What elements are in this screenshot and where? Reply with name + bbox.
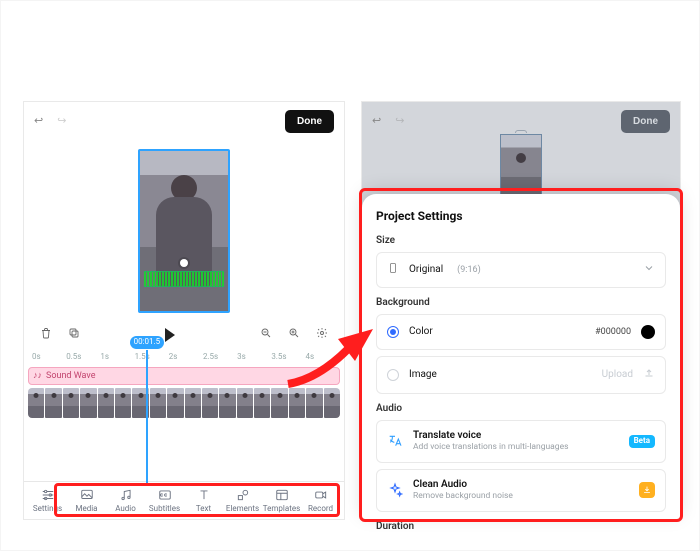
audio-label: Audio [376,402,666,416]
shapes-icon [236,488,250,502]
history-nav: ↩ ↪ [34,114,66,129]
audio-wave-overlay [144,271,224,287]
beta-badge: Beta [629,435,655,448]
translate-sub: Add voice translations in multi-language… [413,442,568,453]
size-select[interactable]: Original (9:16) [376,252,666,289]
size-hint: (9:16) [457,264,481,276]
background-color-option[interactable]: Color #000000 [376,314,666,350]
tool-tabbar: Settings Media Audio Subtitles Text Elem… [24,481,344,519]
tab-audio[interactable]: Audio [106,488,145,515]
video-track[interactable] [28,388,340,418]
editor-topbar: ↩ ↪ Done [24,102,344,141]
tab-settings[interactable]: Settings [28,488,67,515]
record-icon [314,488,328,502]
zoom-out-icon[interactable] [260,327,272,344]
trash-icon[interactable] [40,327,52,344]
sheet-title: Project Settings [376,208,666,224]
sliders-icon [41,488,55,502]
download-icon[interactable] [639,482,655,498]
tab-media[interactable]: Media [67,488,106,515]
redo-icon: ↪ [395,114,404,129]
duration-label: Duration [376,520,666,534]
playhead[interactable] [146,350,148,483]
tab-subtitles[interactable]: Subtitles [145,488,184,515]
size-label: Size [376,234,666,248]
size-value: Original [409,263,443,277]
upload-icon[interactable] [643,367,655,384]
tab-text[interactable]: Text [184,488,223,515]
clean-audio-option[interactable]: Clean Audio Remove background noise [376,469,666,512]
clean-sub: Remove background noise [413,491,513,502]
selected-clip[interactable] [138,149,230,313]
bg-color-value: #000000 [595,326,631,338]
project-settings-sheet: Project Settings Size Original (9:16) Ba… [362,194,680,519]
cc-icon [158,488,172,502]
tab-elements[interactable]: Elements [223,488,262,515]
tab-templates[interactable]: Templates [262,488,301,515]
ruler-tick: 3.5s [271,352,301,363]
settings-pane: ↩ ↪ Done Project Settings Size Original (… [361,101,681,520]
radio-on-icon[interactable] [387,326,399,338]
ruler-tick: 1.5s [135,352,165,363]
undo-icon[interactable]: ↩ [34,114,43,129]
done-button[interactable]: Done [285,110,334,133]
clip-handle-icon[interactable] [180,259,188,267]
clean-title: Clean Audio [413,478,513,492]
editor-pane: ↩ ↪ Done [23,101,345,520]
ruler-tick: 0s [32,352,62,363]
audio-icon [119,488,133,502]
ruler-tick: 0.5s [66,352,96,363]
undo-icon: ↩ [372,114,381,129]
sparkle-icon [387,482,403,498]
music-note-icon: ♪♪ [33,370,42,382]
background-image-option[interactable]: Image Upload [376,356,666,395]
gear-icon[interactable] [316,327,328,344]
background-label: Background [376,296,666,310]
text-icon [197,488,211,502]
play-icon[interactable] [165,328,175,342]
ruler-tick: 1s [100,352,130,363]
canvas-controls [24,321,344,350]
timeline-ruler[interactable]: 0s 0.5s 1s 1.5s 2s 2.5s 3s 3.5s 4s [24,352,344,363]
radio-off-icon[interactable] [387,369,399,381]
bg-image-label: Image [409,368,437,382]
translate-title: Translate voice [413,429,568,443]
color-swatch-icon[interactable] [641,325,655,339]
redo-icon[interactable]: ↪ [57,114,66,129]
copy-icon[interactable] [68,327,80,344]
audio-track-label: Sound Wave [46,370,95,382]
ruler-tick: 4s [306,352,336,363]
ruler-tick: 3s [237,352,267,363]
ruler-tick: 2s [169,352,199,363]
aspect-icon [387,261,399,280]
bg-color-label: Color [409,325,433,339]
chevron-down-icon [643,262,655,279]
audio-track[interactable]: ♪♪ Sound Wave [28,367,340,385]
upload-action[interactable]: Upload [602,368,633,382]
translate-icon [387,433,403,449]
preview-canvas[interactable] [24,141,344,321]
image-icon [80,488,94,502]
zoom-in-icon[interactable] [288,327,300,344]
tab-record[interactable]: Record [301,488,340,515]
translate-voice-option[interactable]: Translate voice Add voice translations i… [376,420,666,463]
layout-icon [275,488,289,502]
ruler-tick: 2.5s [203,352,233,363]
done-button-dimmed: Done [621,110,670,133]
